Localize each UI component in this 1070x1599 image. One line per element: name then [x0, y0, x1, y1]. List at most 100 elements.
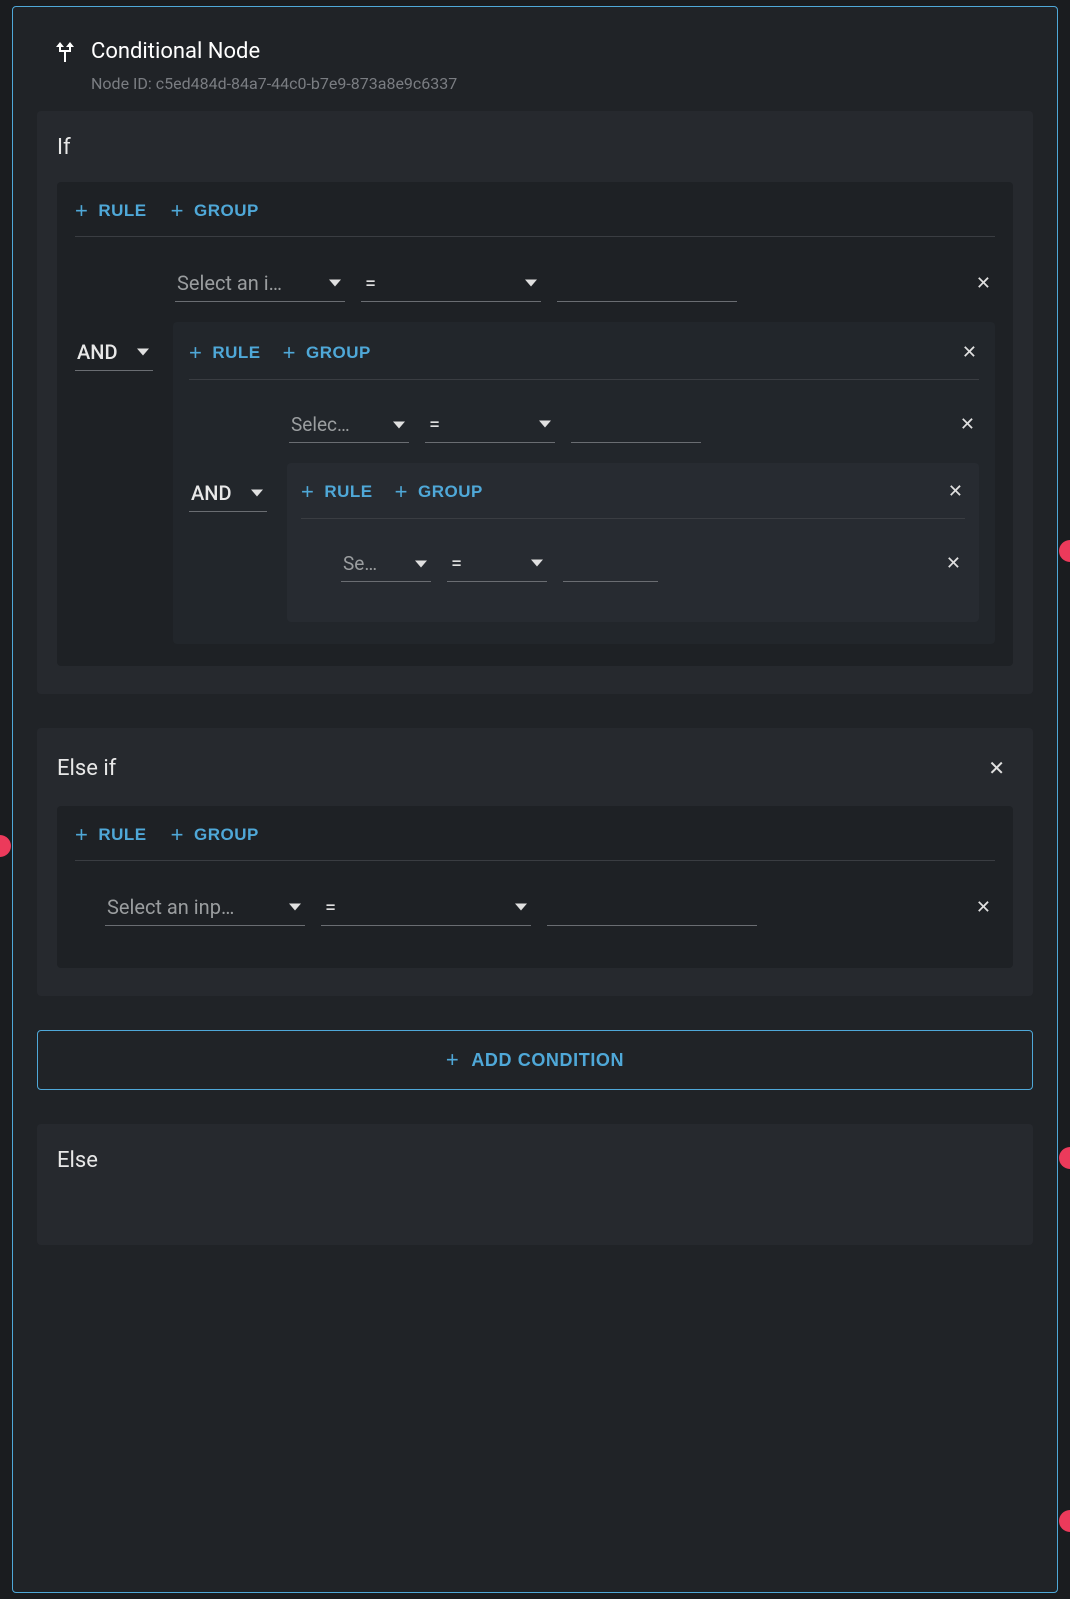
node-id-label: Node ID: [91, 74, 152, 93]
rule-row: Se… = ✕ [301, 545, 965, 582]
plus-icon: + [75, 200, 88, 222]
chevron-down-icon [137, 349, 149, 356]
value-input[interactable] [547, 894, 757, 926]
group-label: GROUP [306, 343, 371, 363]
chevron-down-icon [539, 421, 551, 428]
chevron-down-icon [393, 421, 405, 428]
node-id-row: Node ID: c5ed484d-84a7-44c0-b7e9-873a8e9… [91, 74, 1017, 93]
remove-section-button[interactable]: ✕ [980, 752, 1013, 784]
node-header: Conditional Node Node ID: c5ed484d-84a7-… [13, 7, 1057, 111]
input-select-placeholder: Select an inp… [107, 895, 234, 919]
nested-toolbar: + RULE + GROUP ✕ [301, 479, 965, 519]
and-group-row: AND + RULE + GROUP [75, 322, 995, 644]
rule-row: Select an i… = ✕ [75, 265, 995, 302]
node-id-value: c5ed484d-84a7-44c0-b7e9-873a8e9c6337 [156, 74, 458, 93]
chevron-down-icon [525, 280, 537, 287]
elseif-rule-block: + RULE + GROUP Select an inp… = ✕ [57, 806, 1013, 968]
remove-rule-button[interactable]: ✕ [942, 549, 965, 578]
add-rule-button[interactable]: + RULE [75, 200, 147, 222]
nested-group-block: + RULE + GROUP ✕ [287, 463, 979, 622]
operator-value: = [451, 551, 462, 575]
rule-label: RULE [98, 201, 146, 221]
if-section-header: If [57, 135, 1013, 160]
output-port-elseif[interactable] [1059, 1147, 1070, 1169]
rule-label: RULE [324, 482, 372, 502]
chevron-down-icon [329, 280, 341, 287]
plus-icon: + [446, 1049, 459, 1071]
plus-icon: + [189, 342, 202, 364]
conditional-node-container: Conditional Node Node ID: c5ed484d-84a7-… [12, 6, 1058, 1593]
input-select[interactable]: Selec… [289, 407, 409, 443]
chevron-down-icon [415, 560, 427, 567]
rule-label: RULE [98, 825, 146, 845]
if-section: If + RULE + GROUP Select an i… [37, 111, 1033, 694]
nested-toolbar: + RULE + GROUP ✕ [189, 340, 979, 380]
plus-icon: + [171, 824, 184, 846]
input-select-placeholder: Select an i… [177, 271, 282, 295]
if-section-title: If [57, 135, 71, 160]
else-section-title: Else [57, 1148, 98, 1173]
operator-value: = [325, 895, 336, 919]
operator-select[interactable]: = [425, 406, 555, 443]
value-input[interactable] [563, 550, 658, 582]
else-section: Else [37, 1124, 1033, 1245]
add-group-button[interactable]: + GROUP [395, 481, 483, 503]
rule-row: Select an inp… = ✕ [75, 889, 995, 926]
add-group-button[interactable]: + GROUP [171, 200, 259, 222]
else-section-header: Else [57, 1148, 1013, 1173]
remove-group-button[interactable]: ✕ [946, 479, 965, 504]
add-group-button[interactable]: + GROUP [171, 824, 259, 846]
input-select[interactable]: Select an i… [175, 265, 345, 302]
plus-icon: + [75, 824, 88, 846]
operator-select[interactable]: = [321, 889, 531, 926]
group-label: GROUP [194, 201, 259, 221]
add-condition-button[interactable]: + ADD CONDITION [37, 1030, 1033, 1090]
branch-icon [53, 40, 77, 64]
input-port[interactable] [0, 835, 11, 857]
remove-group-button[interactable]: ✕ [960, 340, 979, 365]
remove-rule-button[interactable]: ✕ [972, 269, 995, 298]
operator-select[interactable]: = [447, 545, 547, 582]
elseif-section-header: Else if ✕ [57, 752, 1013, 784]
if-rule-block: + RULE + GROUP Select an i… = [57, 182, 1013, 666]
add-rule-button[interactable]: + RULE [189, 342, 261, 364]
input-select-placeholder: Selec… [291, 413, 350, 436]
chevron-down-icon [531, 560, 543, 567]
logic-operator-select[interactable]: AND [75, 334, 153, 371]
input-select[interactable]: Se… [341, 546, 431, 582]
plus-icon: + [283, 342, 296, 364]
nested-toolbar-left: + RULE + GROUP [301, 481, 483, 503]
input-select-placeholder: Se… [343, 552, 377, 575]
value-input[interactable] [571, 411, 701, 443]
elseif-section: Else if ✕ + RULE + GROUP Select an inp… [37, 728, 1033, 996]
elseif-section-title: Else if [57, 756, 116, 781]
node-title: Conditional Node [91, 39, 260, 64]
nested-toolbar-left: + RULE + GROUP [189, 342, 371, 364]
remove-rule-button[interactable]: ✕ [972, 893, 995, 922]
plus-icon: + [301, 481, 314, 503]
plus-icon: + [395, 481, 408, 503]
add-rule-button[interactable]: + RULE [301, 481, 373, 503]
if-rule-toolbar: + RULE + GROUP [75, 200, 995, 237]
add-rule-button[interactable]: + RULE [75, 824, 147, 846]
chevron-down-icon [515, 904, 527, 911]
node-title-row: Conditional Node [53, 39, 1017, 64]
operator-select[interactable]: = [361, 265, 541, 302]
operator-value: = [365, 271, 376, 295]
add-group-button[interactable]: + GROUP [283, 342, 371, 364]
output-port-if[interactable] [1059, 540, 1070, 562]
group-label: GROUP [194, 825, 259, 845]
plus-icon: + [171, 200, 184, 222]
and-label-text: AND [191, 481, 232, 505]
nested-group-block: + RULE + GROUP ✕ Sele [173, 322, 995, 644]
add-condition-label: ADD CONDITION [471, 1050, 624, 1071]
input-select[interactable]: Select an inp… [105, 889, 305, 926]
output-port-else[interactable] [1059, 1510, 1070, 1532]
elseif-rule-toolbar: + RULE + GROUP [75, 824, 995, 861]
remove-rule-button[interactable]: ✕ [956, 410, 979, 439]
value-input[interactable] [557, 270, 737, 302]
chevron-down-icon [289, 904, 301, 911]
and-group-row: AND + RULE [189, 463, 979, 622]
logic-operator-select[interactable]: AND [189, 475, 267, 512]
operator-value: = [429, 412, 440, 436]
